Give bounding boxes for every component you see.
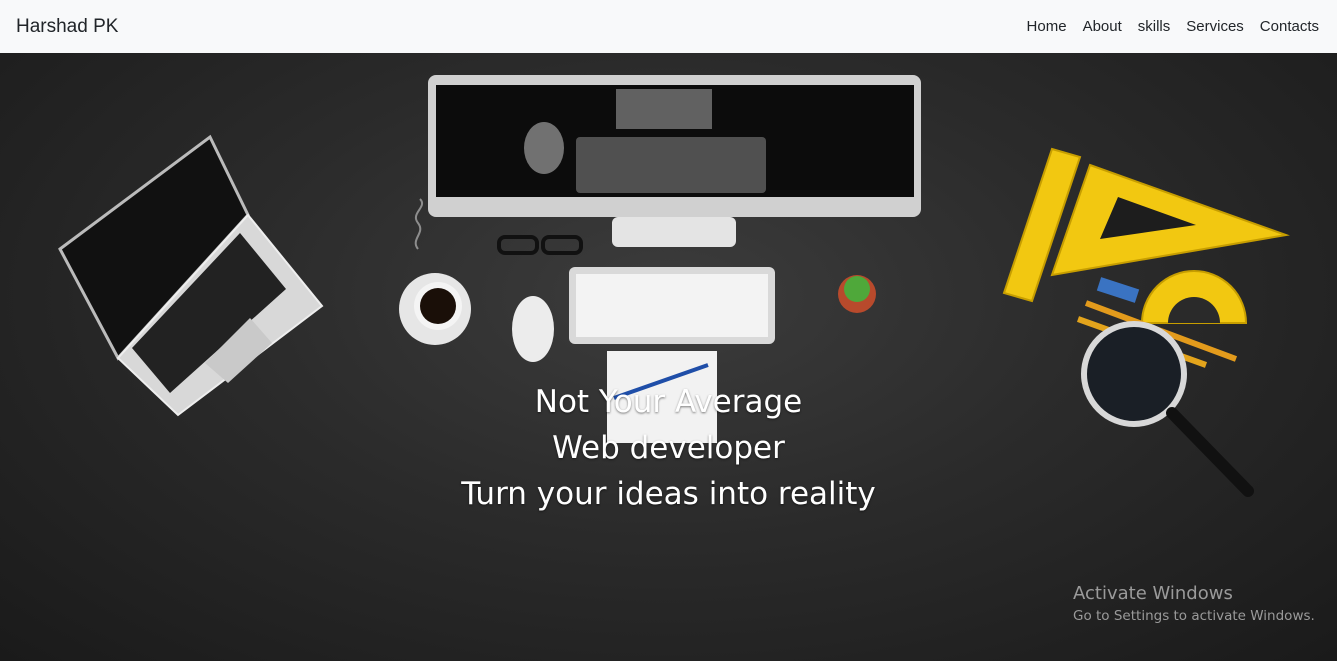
nav-link-contacts[interactable]: Contacts bbox=[1252, 18, 1327, 35]
hero-headline: Not Your Average Web developer Turn your… bbox=[0, 379, 1337, 517]
nav-item-home: Home bbox=[1019, 18, 1075, 35]
nav-link-services[interactable]: Services bbox=[1178, 18, 1252, 35]
laptop-illustration bbox=[58, 134, 324, 417]
keyboard-illustration bbox=[569, 267, 775, 344]
nav-link-skills[interactable]: skills bbox=[1130, 18, 1179, 35]
nav-link-about[interactable]: About bbox=[1075, 18, 1130, 35]
glasses-illustration bbox=[497, 235, 583, 255]
mouse-illustration bbox=[512, 296, 554, 362]
nav-item-skills: skills bbox=[1130, 18, 1179, 35]
watermark-subtitle: Go to Settings to activate Windows. bbox=[1073, 608, 1315, 624]
desk-background-image bbox=[58, 75, 1290, 497]
coffee-cup-illustration bbox=[399, 198, 471, 345]
monitor-illustration bbox=[428, 75, 921, 247]
hero-section: Not Your Average Web developer Turn your… bbox=[0, 53, 1337, 661]
nav-item-contacts: Contacts bbox=[1252, 18, 1327, 35]
nav-item-about: About bbox=[1075, 18, 1130, 35]
nav-link-home[interactable]: Home bbox=[1019, 18, 1075, 35]
activate-windows-watermark: Activate Windows Go to Settings to activ… bbox=[1073, 582, 1315, 626]
nav-menu: Home About skills Services Contacts bbox=[1019, 18, 1327, 35]
nav-item-services: Services bbox=[1178, 18, 1252, 35]
brand-link[interactable]: Harshad PK bbox=[16, 16, 118, 38]
plant-illustration bbox=[838, 275, 876, 313]
hero-line-2: Web developer bbox=[552, 430, 785, 466]
watermark-title: Activate Windows bbox=[1073, 583, 1233, 604]
hero-line-1: Not Your Average bbox=[534, 384, 803, 420]
hero-line-3: Turn your ideas into reality bbox=[461, 476, 876, 512]
top-navbar: Harshad PK Home About skills Services Co… bbox=[0, 0, 1337, 53]
